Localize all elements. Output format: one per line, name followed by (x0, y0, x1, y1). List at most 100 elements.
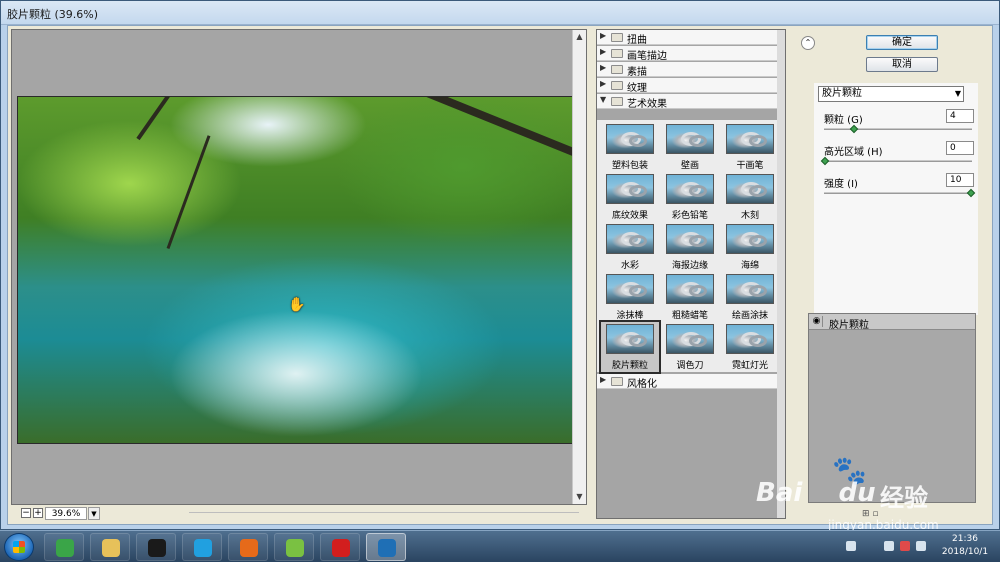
taskbar-app-photoshop-feather[interactable] (366, 533, 406, 561)
filter-settings: 胶片颗粒 ▼ 颗粒 (G) 4 高光区域 (H) 0 强度 (I) 10 (814, 83, 978, 315)
windows-logo-icon (13, 541, 25, 553)
filter-preview-image (606, 124, 654, 154)
slider-knob[interactable] (820, 156, 830, 166)
preview-vertical-scrollbar[interactable]: ▲ ▼ (572, 30, 586, 504)
expand-triangle-icon: ▶ (600, 31, 607, 40)
slider-knob[interactable] (966, 188, 976, 198)
filter-thumbnail[interactable]: 彩色铅笔 (661, 172, 719, 222)
slider-track[interactable] (824, 160, 972, 162)
ring-shape (689, 235, 707, 247)
gallery-scrollbar[interactable] (777, 30, 785, 518)
scroll-up-arrow-icon[interactable]: ▲ (573, 30, 586, 44)
param-value-input[interactable]: 0 (946, 141, 974, 155)
param-value-input[interactable]: 4 (946, 109, 974, 123)
ring-shape (689, 335, 707, 347)
filter-thumbnail[interactable]: 底纹效果 (601, 172, 659, 222)
filter-select-value: 胶片颗粒 (822, 88, 862, 99)
filter-preview-image (606, 274, 654, 304)
network-icon[interactable] (900, 541, 910, 551)
filter-thumbnail-label: 壁画 (680, 161, 699, 171)
filter-preview-image (726, 274, 774, 304)
slider-track[interactable] (824, 192, 972, 194)
preview-area[interactable]: ✋ ▲ ▼ (11, 29, 587, 505)
zoom-in-button[interactable]: + (33, 508, 43, 518)
settings-panel: ⌃ 确定 取消 胶片颗粒 ▼ 颗粒 (G) 4 高光区域 (H) 0 强度 (I… (796, 29, 992, 523)
filter-thumbnail[interactable]: 调色刀 (661, 322, 719, 372)
category-texture[interactable]: ▶ 纹理 (597, 78, 779, 94)
clock-time: 21:36 (952, 534, 978, 544)
eye-icon[interactable]: ◉ (811, 316, 823, 327)
taskbar-app-firefox[interactable] (228, 533, 268, 561)
filter-thumbnail[interactable]: 干画笔 (721, 122, 779, 172)
taskbar-app-video-player[interactable] (182, 533, 222, 561)
effect-layer-name: 胶片颗粒 (829, 320, 869, 331)
scroll-down-arrow-icon[interactable]: ▼ (573, 490, 586, 504)
zoom-level[interactable]: 39.6% (45, 507, 87, 520)
category-sketch[interactable]: ▶ 素描 (597, 62, 779, 78)
category-label: 纹理 (627, 83, 647, 94)
ring-shape (749, 335, 767, 347)
collapse-gallery-icon[interactable]: ⌃ (801, 36, 815, 50)
filter-thumbnail[interactable]: 木刻 (721, 172, 779, 222)
ring-shape (749, 285, 767, 297)
ring-shape (629, 285, 647, 297)
effect-layer-row[interactable]: ◉ 胶片颗粒 (809, 314, 975, 331)
window-titlebar[interactable]: 胶片颗粒 (39.6%) (1, 1, 999, 25)
category-artistic[interactable]: ▼ 艺术效果 (597, 94, 779, 110)
signal-icon[interactable] (916, 541, 926, 551)
tree-branch (136, 97, 238, 141)
category-stylize[interactable]: ▶ 风格化 (597, 374, 779, 390)
dialog-body: ✋ ▲ ▼ − + 39.6% ▼ ▶ 扭曲 ▶ 画笔描边 ▶ 素描 ▶ 纹理 … (7, 25, 993, 525)
keyboard-icon[interactable] (846, 541, 856, 551)
taskbar-app-file-explorer[interactable] (90, 533, 130, 561)
category-brush-strokes[interactable]: ▶ 画笔描边 (597, 46, 779, 62)
zoom-dropdown-icon[interactable]: ▼ (88, 507, 100, 520)
start-button[interactable] (4, 533, 34, 561)
expand-triangle-icon: ▶ (600, 47, 607, 56)
window-title: 胶片颗粒 (39.6%) (7, 8, 99, 21)
filter-thumbnail[interactable]: 海报边缘 (661, 222, 719, 272)
filter-thumbnail[interactable]: 霓虹灯光 (721, 322, 779, 372)
param-intensity: 强度 (I) 10 (824, 173, 976, 203)
taskbar-app-browser-360[interactable] (44, 533, 84, 561)
preview-image[interactable]: ✋ (17, 96, 575, 444)
zoom-out-button[interactable]: − (21, 508, 31, 518)
filter-preview-image (726, 174, 774, 204)
filter-preview-image (606, 224, 654, 254)
ok-button[interactable]: 确定 (866, 35, 938, 50)
battery-icon[interactable] (884, 541, 894, 551)
category-distort[interactable]: ▶ 扭曲 (597, 30, 779, 46)
filter-thumbnail[interactable]: 海绵 (721, 222, 779, 272)
param-grain: 颗粒 (G) 4 (824, 109, 974, 139)
preview-horizontal-scrollbar[interactable] (189, 512, 579, 513)
taskbar-app-recorder[interactable] (320, 533, 360, 561)
taskbar-app-media-app[interactable] (274, 533, 314, 561)
category-label: 风格化 (627, 379, 657, 390)
cancel-button[interactable]: 取消 (866, 57, 938, 72)
filter-select[interactable]: 胶片颗粒 ▼ (818, 86, 964, 102)
filter-thumbnail[interactable]: 涂抹棒 (601, 272, 659, 322)
filter-gallery-window: 胶片颗粒 (39.6%) ✋ ▲ ▼ − + 39.6% ▼ ▶ 扭曲 ▶ 画笔… (0, 0, 1000, 530)
param-value-input[interactable]: 10 (946, 173, 974, 187)
folder-icon (611, 377, 623, 386)
taskbar-clock[interactable]: 21:36 2018/10/1 (938, 533, 992, 559)
category-label: 素描 (627, 67, 647, 78)
filter-thumbnail[interactable]: 绘画涂抹 (721, 272, 779, 322)
filter-thumbnail[interactable]: 塑料包装 (601, 122, 659, 172)
filter-thumbnail[interactable]: 壁画 (661, 122, 719, 172)
slider-track[interactable] (824, 128, 972, 130)
filter-thumbnail[interactable]: 胶片颗粒 (599, 320, 661, 374)
param-highlight-area: 高光区域 (H) 0 (820, 141, 974, 171)
qq-icon (148, 539, 166, 557)
taskbar-app-qq[interactable] (136, 533, 176, 561)
file-explorer-icon (102, 539, 120, 557)
filter-thumbnail-label: 涂抹棒 (616, 311, 644, 321)
filter-thumbnail[interactable]: 水彩 (601, 222, 659, 272)
folder-icon (611, 81, 623, 90)
slider-knob[interactable] (849, 124, 859, 134)
ring-shape (629, 335, 647, 347)
filter-thumbnail[interactable]: 粗糙蜡笔 (661, 272, 719, 322)
filter-thumbnail-label: 彩色铅笔 (671, 211, 708, 221)
filter-thumbnail-label: 底纹效果 (611, 211, 648, 221)
filter-thumbnail-label: 胶片颗粒 (611, 361, 648, 371)
